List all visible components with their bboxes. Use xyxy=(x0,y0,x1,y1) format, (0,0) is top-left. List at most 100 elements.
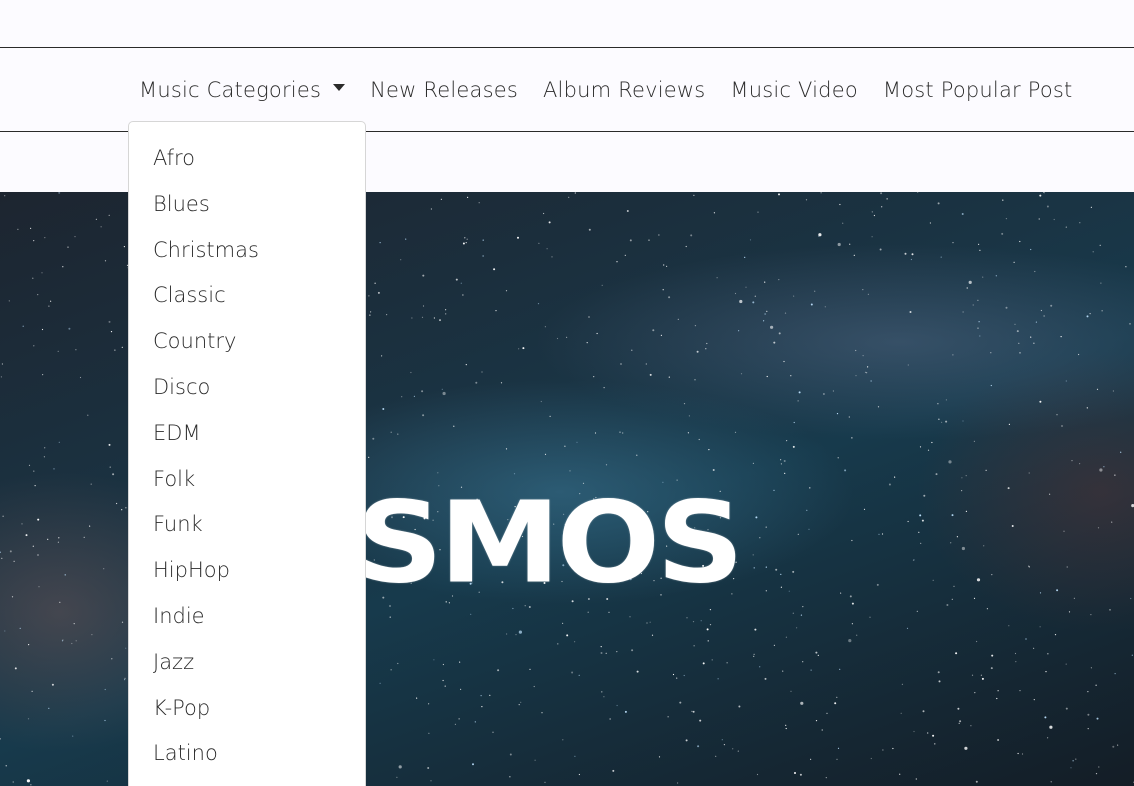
star xyxy=(454,723,456,726)
star xyxy=(459,661,461,663)
star xyxy=(683,674,685,677)
star xyxy=(58,537,60,539)
star xyxy=(482,239,484,241)
star xyxy=(1103,466,1105,468)
star xyxy=(851,602,854,605)
star xyxy=(927,449,930,451)
star xyxy=(90,483,92,485)
star xyxy=(106,780,108,782)
star xyxy=(520,701,522,703)
star xyxy=(997,690,999,692)
star xyxy=(513,473,516,475)
star xyxy=(932,734,935,737)
star xyxy=(428,703,430,705)
star xyxy=(648,239,650,241)
star xyxy=(881,206,883,208)
star xyxy=(1038,218,1040,220)
star xyxy=(108,214,110,216)
star xyxy=(744,256,746,258)
star xyxy=(421,316,424,318)
star xyxy=(28,644,30,646)
main-navbar: Music Categories New Releases Album Revi… xyxy=(0,48,1134,132)
star xyxy=(75,640,77,642)
dropdown-item-christmas[interactable]: Christmas xyxy=(129,228,365,274)
star xyxy=(915,778,917,780)
star xyxy=(800,701,804,705)
star xyxy=(17,228,19,230)
star xyxy=(64,574,66,576)
star xyxy=(966,287,968,289)
star xyxy=(932,579,934,581)
nav-item-new-releases[interactable]: New Releases xyxy=(370,78,518,102)
star xyxy=(1066,566,1068,568)
star xyxy=(48,707,50,710)
star xyxy=(1054,634,1057,636)
nav-item-music-categories[interactable]: Music Categories xyxy=(139,78,346,102)
dropdown-item-blues[interactable]: Blues xyxy=(129,182,365,228)
dropdown-item-disco[interactable]: Disco xyxy=(129,365,365,411)
nav-item-music-video[interactable]: Music Video xyxy=(730,78,857,102)
dropdown-item-edm[interactable]: EDM xyxy=(129,411,365,457)
star xyxy=(961,546,966,551)
star xyxy=(818,233,822,237)
star xyxy=(820,192,822,194)
star xyxy=(1060,336,1062,338)
star xyxy=(1033,699,1035,701)
star xyxy=(971,674,974,676)
star xyxy=(913,730,915,733)
dropdown-item-funk[interactable]: Funk xyxy=(129,502,365,548)
star xyxy=(839,203,841,206)
star xyxy=(518,704,520,706)
star xyxy=(1008,423,1011,425)
star xyxy=(390,669,392,671)
star xyxy=(694,325,697,327)
dropdown-item-indie[interactable]: Indie xyxy=(129,594,365,640)
dropdown-item-afro[interactable]: Afro xyxy=(129,136,365,182)
star xyxy=(68,327,71,330)
star xyxy=(668,376,670,378)
dropdown-item-folk[interactable]: Folk xyxy=(129,457,365,503)
star xyxy=(110,331,113,333)
star xyxy=(1095,684,1097,686)
star xyxy=(749,239,752,241)
star xyxy=(1021,753,1024,755)
star xyxy=(612,769,615,772)
star xyxy=(773,644,776,646)
star xyxy=(534,759,536,761)
star xyxy=(663,264,665,266)
star xyxy=(709,609,712,611)
star xyxy=(112,473,115,476)
star xyxy=(474,721,476,723)
dropdown-item-k-pop[interactable]: K-Pop xyxy=(129,686,365,732)
star xyxy=(866,372,868,374)
nav-item-album-reviews[interactable]: Album Reviews xyxy=(543,78,705,102)
star xyxy=(566,634,569,637)
star xyxy=(518,348,520,350)
star xyxy=(778,332,781,335)
star xyxy=(864,371,867,373)
star xyxy=(1015,661,1017,663)
star xyxy=(981,677,984,680)
star xyxy=(482,255,484,257)
star xyxy=(1011,525,1014,527)
star xyxy=(1075,758,1077,760)
dropdown-item-jazz[interactable]: Jazz xyxy=(129,640,365,686)
star xyxy=(778,279,780,281)
star xyxy=(920,542,922,544)
star xyxy=(929,222,932,224)
star xyxy=(708,449,710,451)
star xyxy=(753,653,755,655)
dropdown-item-country[interactable]: Country xyxy=(129,319,365,365)
star xyxy=(1047,653,1049,655)
nav-item-most-popular-post[interactable]: Most Popular Post xyxy=(883,78,1073,102)
star xyxy=(780,586,783,588)
star xyxy=(766,375,768,378)
star xyxy=(945,399,948,401)
dropdown-item-latino[interactable]: Latino xyxy=(129,731,365,777)
dropdown-item-classic[interactable]: Classic xyxy=(129,273,365,319)
star xyxy=(492,731,494,733)
dropdown-item-hiphop[interactable]: HipHop xyxy=(129,548,365,594)
star xyxy=(1101,310,1103,312)
star xyxy=(397,662,399,665)
star xyxy=(104,719,106,722)
